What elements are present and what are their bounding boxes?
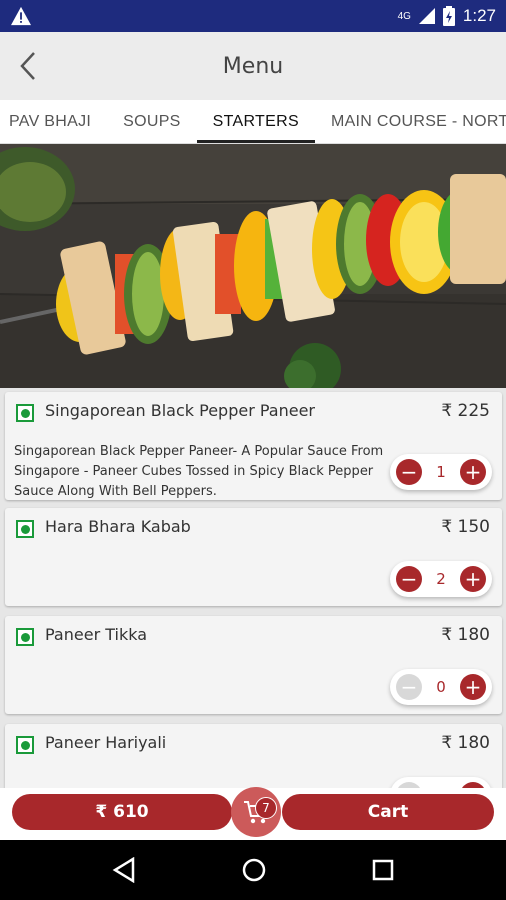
menu-list: Singaporean Black Pepper Paneer ₹ 225 Si… <box>0 388 506 788</box>
tab-pav-bhaji[interactable]: PAV BHAJI <box>0 100 107 143</box>
item-price: ₹ 225 <box>441 401 490 421</box>
warning-icon <box>11 6 31 26</box>
item-name: Paneer Hariyali <box>45 733 167 752</box>
quantity-stepper: − 2 + <box>390 561 492 597</box>
cart-count-badge: 7 <box>255 797 277 819</box>
quantity-stepper: − + <box>390 777 492 788</box>
status-bar: 4G 1:27 <box>0 0 506 32</box>
paneer-skewer-photo <box>0 144 506 388</box>
quantity-value: 1 <box>436 463 446 481</box>
quantity-stepper: − 0 + <box>390 669 492 705</box>
increment-button[interactable]: + <box>459 459 486 485</box>
system-nav-bar <box>0 840 506 900</box>
increment-button[interactable]: + <box>459 674 486 700</box>
quantity-stepper: − 1 + <box>390 454 492 490</box>
list-item[interactable]: Paneer Hariyali ₹ 180 − + <box>5 724 502 788</box>
back-icon <box>20 52 35 80</box>
network-label: 4G <box>397 10 411 22</box>
item-price: ₹ 180 <box>441 733 490 753</box>
decrement-button[interactable]: − <box>396 459 422 485</box>
category-tabs: PAV BHAJI SOUPS STARTERS MAIN COURSE - N… <box>0 100 506 144</box>
veg-icon <box>16 736 34 754</box>
quantity-value: 0 <box>436 678 446 696</box>
item-price: ₹ 150 <box>441 517 490 537</box>
item-name: Paneer Tikka <box>45 625 148 644</box>
hero-image <box>0 144 506 388</box>
decrement-button[interactable]: − <box>396 566 422 592</box>
tab-soups[interactable]: SOUPS <box>107 100 197 143</box>
increment-button[interactable]: + <box>459 566 486 592</box>
status-right: 4G 1:27 <box>398 6 496 26</box>
cart-button[interactable]: Cart <box>282 794 494 830</box>
nav-home-icon[interactable] <box>241 857 267 883</box>
veg-icon <box>16 404 34 422</box>
battery-icon <box>442 6 455 26</box>
bottom-bar: ₹ 610 Cart 7 <box>0 787 506 840</box>
page-title: Menu <box>222 53 284 79</box>
list-item[interactable]: Hara Bhara Kabab ₹ 150 − 2 + <box>5 508 502 606</box>
tab-main-course-north[interactable]: MAIN COURSE - NORTH <box>315 100 506 143</box>
nav-recents-icon[interactable] <box>372 859 394 881</box>
veg-icon <box>16 520 34 538</box>
app-bar: Menu <box>0 32 506 100</box>
item-name: Singaporean Black Pepper Paneer <box>45 401 316 420</box>
item-name: Hara Bhara Kabab <box>45 517 191 536</box>
veg-icon <box>16 628 34 646</box>
item-price: ₹ 180 <box>441 625 490 645</box>
list-item[interactable]: Paneer Tikka ₹ 180 − 0 + <box>5 616 502 714</box>
tab-starters[interactable]: STARTERS <box>196 100 316 143</box>
signal-icon <box>418 8 435 24</box>
item-description: Singaporean Black Pepper Paneer- A Popul… <box>14 444 384 499</box>
list-item[interactable]: Singaporean Black Pepper Paneer ₹ 225 Si… <box>5 392 502 500</box>
clock: 1:27 <box>462 6 496 25</box>
back-button[interactable] <box>8 46 48 86</box>
quantity-value: 2 <box>436 570 446 588</box>
nav-back-icon[interactable] <box>112 857 136 883</box>
total-button[interactable]: ₹ 610 <box>12 794 232 830</box>
decrement-button[interactable]: − <box>396 674 422 700</box>
